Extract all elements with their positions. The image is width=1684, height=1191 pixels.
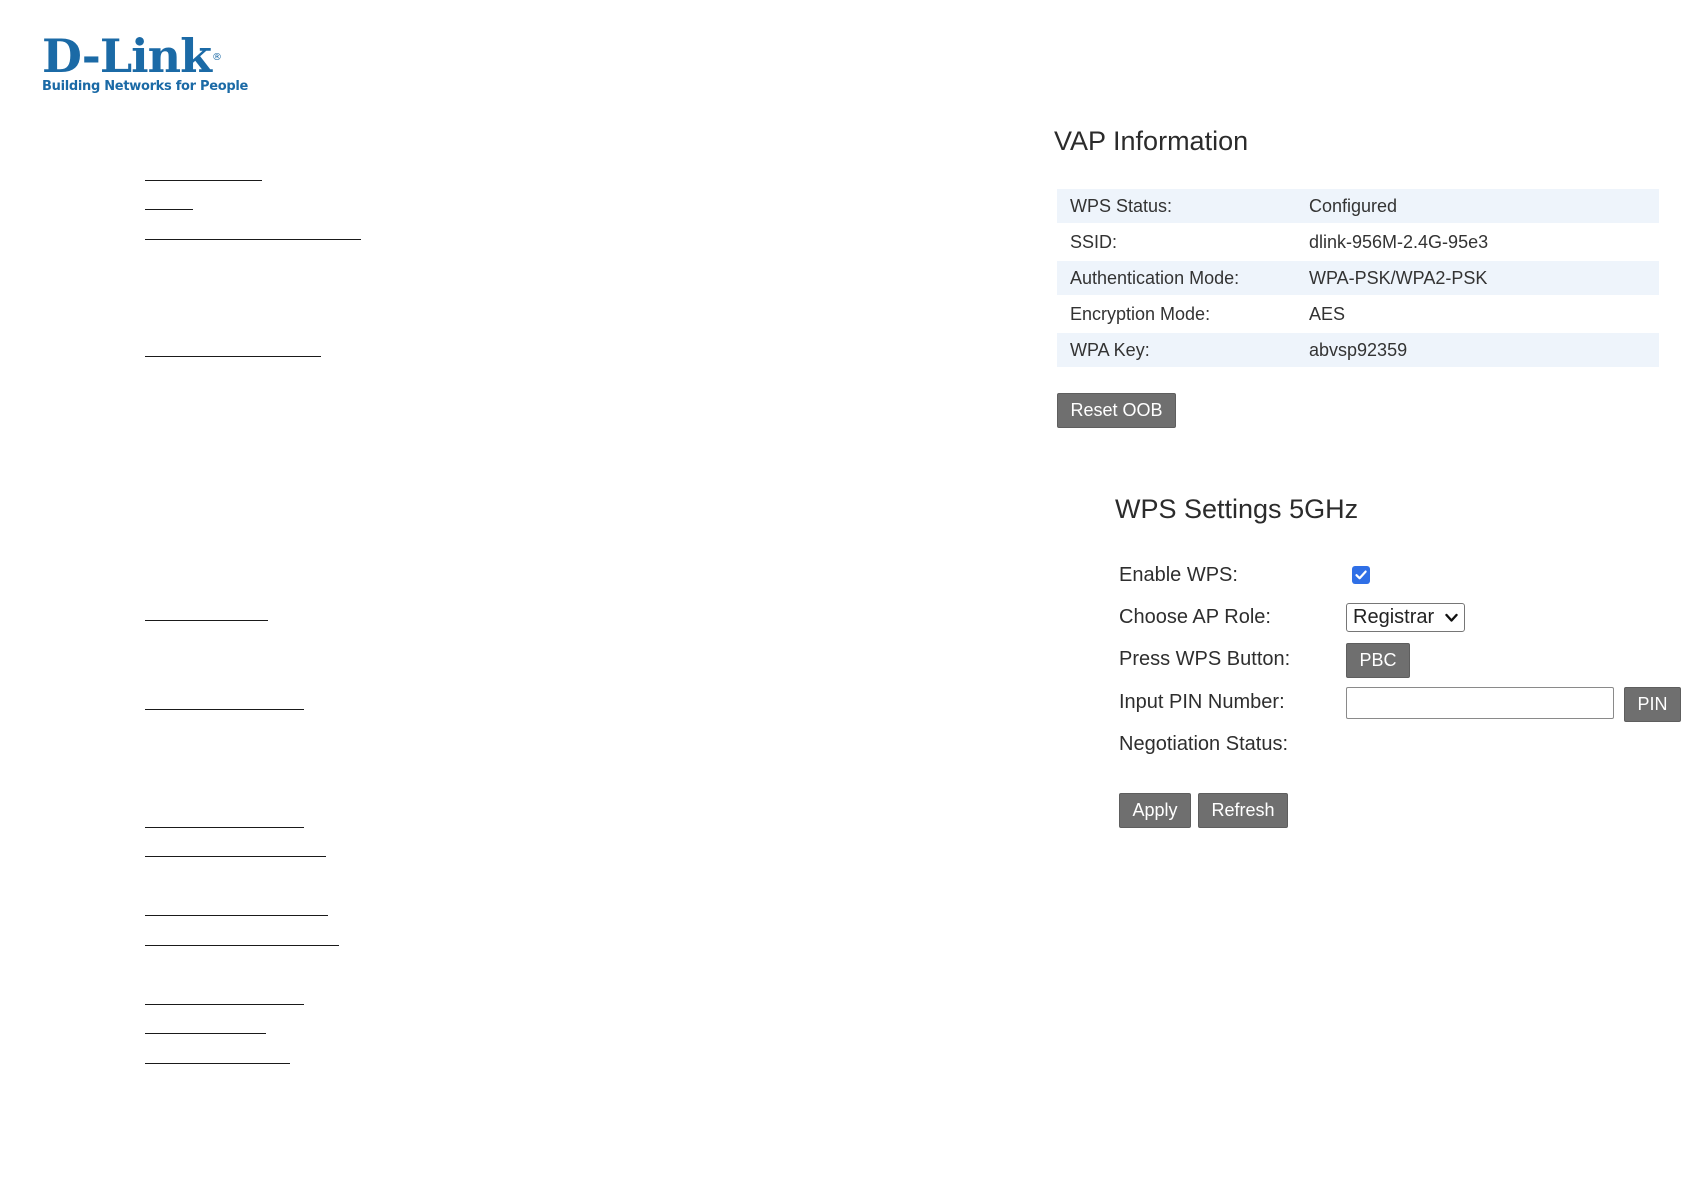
sidebar-link[interactable] — [145, 620, 268, 621]
vap-title: VAP Information — [1054, 126, 1249, 156]
dlink-logo: D-Link ® Building Networks for People — [42, 29, 248, 94]
vap-row-wps-status: WPS Status: Configured — [1057, 189, 1659, 223]
pbc-button[interactable]: PBC — [1346, 643, 1410, 678]
registered-mark: ® — [211, 52, 222, 63]
vap-row-ssid: SSID: dlink-956M-2.4G-95e3 — [1057, 225, 1659, 259]
vap-value: WPA-PSK/WPA2-PSK — [1309, 261, 1659, 295]
vap-value: AES — [1309, 303, 1346, 324]
vap-value: Configured — [1309, 189, 1659, 223]
reset-oob-button[interactable]: Reset OOB — [1057, 393, 1176, 428]
sidebar-link[interactable] — [145, 827, 304, 828]
sidebar-link[interactable] — [145, 856, 326, 857]
sidebar-link[interactable] — [145, 945, 339, 946]
sidebar-link[interactable] — [145, 709, 304, 710]
sidebar-link[interactable] — [145, 1004, 304, 1005]
logo-wordmark: D-Link ® — [42, 29, 222, 83]
sidebar-link[interactable] — [145, 915, 328, 916]
vap-label: WPA Key: — [1057, 333, 1309, 367]
chevron-down-icon — [1445, 613, 1458, 622]
refresh-button[interactable]: Refresh — [1198, 793, 1288, 828]
vap-label: SSID: — [1070, 231, 1118, 252]
sidebar-link[interactable] — [145, 1063, 290, 1064]
vap-row-wpa-key: WPA Key: abvsp92359 — [1057, 333, 1659, 367]
apply-button[interactable]: Apply — [1119, 793, 1191, 828]
negotiation-status-label: Negotiation Status: — [1119, 733, 1288, 755]
pin-button[interactable]: PIN — [1624, 687, 1681, 722]
sidebar-link[interactable] — [145, 180, 262, 181]
vap-label: WPS Status: — [1057, 189, 1309, 223]
vap-row-auth-mode: Authentication Mode: WPA-PSK/WPA2-PSK — [1057, 261, 1659, 295]
checkmark-icon — [1355, 570, 1367, 580]
sidebar-link[interactable] — [145, 356, 321, 357]
ap-role-label: Choose AP Role: — [1119, 606, 1271, 628]
enable-wps-checkbox[interactable] — [1352, 566, 1370, 584]
vap-label: Authentication Mode: — [1057, 261, 1309, 295]
pin-number-label: Input PIN Number: — [1119, 691, 1285, 713]
sidebar-link[interactable] — [145, 239, 361, 240]
enable-wps-label: Enable WPS: — [1119, 564, 1238, 586]
vap-label: Encryption Mode: — [1070, 303, 1211, 324]
pin-number-input[interactable] — [1346, 687, 1614, 719]
sidebar-link[interactable] — [145, 209, 193, 210]
press-wps-label: Press WPS Button: — [1119, 648, 1291, 670]
vap-info-table: WPS Status: Configured SSID: dlink-956M-… — [1057, 187, 1659, 369]
wps-title: WPS Settings 5GHz — [1115, 494, 1359, 524]
sidebar-link[interactable] — [145, 1033, 266, 1034]
ap-role-select[interactable]: Registrar — [1346, 603, 1465, 632]
vap-row-encryption-mode: Encryption Mode: AES — [1057, 297, 1659, 331]
vap-value: dlink-956M-2.4G-95e3 — [1309, 231, 1489, 252]
ap-role-selected-value: Registrar — [1353, 606, 1435, 628]
vap-value: abvsp92359 — [1309, 333, 1659, 367]
